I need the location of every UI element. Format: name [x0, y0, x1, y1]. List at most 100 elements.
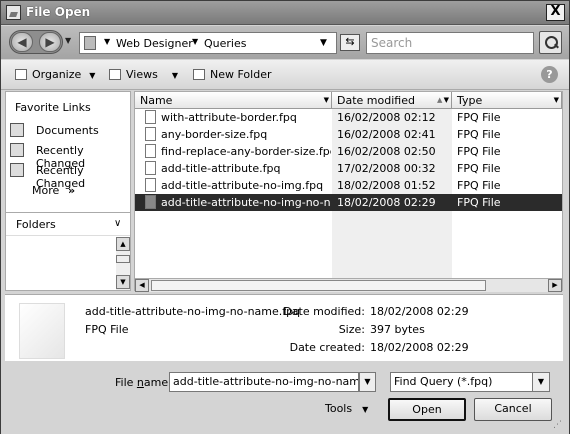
scroll-thumb[interactable] — [116, 255, 130, 263]
chevron-right-icon[interactable]: » — [68, 184, 75, 197]
address-bar[interactable]: ▼ Web Designer ▼ Queries ▼ — [79, 32, 337, 54]
close-button[interactable]: X — [546, 4, 565, 21]
scroll-right-icon[interactable]: ▶ — [548, 279, 562, 292]
tools-button[interactable]: Tools ▼ — [325, 402, 368, 415]
back-button[interactable]: ◀ — [11, 32, 33, 52]
nav-item-recently-changed[interactable]: Recently Changed — [10, 142, 128, 170]
new-folder-icon — [193, 69, 205, 80]
chevron-down-icon[interactable]: ▼ — [532, 373, 549, 391]
file-type: FPQ File — [457, 196, 501, 209]
file-name: find-replace-any-border-size.fpq — [161, 145, 331, 158]
tools-label: Tools — [325, 402, 353, 415]
file-name-label: File name: — [115, 376, 172, 389]
organize-label: Organize — [32, 68, 82, 81]
file-type: FPQ File — [457, 179, 501, 192]
documents-icon — [10, 123, 24, 137]
file-date: 18/02/2008 01:52 — [337, 179, 436, 192]
folders-header[interactable]: Folders ∨ — [6, 212, 130, 236]
breadcrumb-arrow-icon[interactable]: ▼ — [104, 37, 110, 46]
file-row[interactable]: add-title-attribute-no-img.fpq 18/02/2008… — [135, 177, 562, 194]
file-icon — [145, 178, 156, 192]
file-type-value: Find Query (*.fpq) — [394, 375, 493, 388]
search-input[interactable]: Search — [366, 32, 534, 54]
folders-scrollbar[interactable]: ▲ ▼ — [116, 237, 130, 290]
chevron-down-icon[interactable]: ▼ — [554, 96, 559, 104]
open-button[interactable]: Open — [388, 398, 466, 421]
file-type: FPQ File — [457, 162, 501, 175]
file-row[interactable]: find-replace-any-border-size.fpq 16/02/20… — [135, 143, 562, 160]
file-name: add-title-attribute-no-img-no-name.... — [161, 196, 331, 209]
chevron-down-icon: ∨ — [114, 218, 122, 229]
column-date-modified[interactable]: Date modified ▲ ▼ — [332, 92, 452, 109]
file-list: Name ▼ Date modified ▲ ▼ Type ▼ with-attribu… — [134, 91, 563, 292]
file-name: add-title-attribute.fpq — [161, 162, 281, 175]
file-name-dropdown-icon[interactable]: ▼ — [359, 372, 376, 392]
organize-button[interactable]: Organize ▼ — [15, 68, 95, 81]
label-part: ame: — [143, 376, 172, 389]
chevron-down-icon[interactable]: ▼ — [444, 96, 449, 104]
label-part: File — [115, 376, 137, 389]
favorite-links-heading: Favorite Links — [15, 101, 91, 114]
scroll-down-icon[interactable]: ▼ — [116, 275, 130, 289]
breadcrumb-web-designer[interactable]: Web Designer — [116, 37, 193, 50]
cancel-button[interactable]: Cancel — [474, 398, 552, 421]
column-name[interactable]: Name ▼ — [135, 92, 332, 109]
window-title: File Open — [26, 5, 91, 19]
file-icon — [145, 144, 156, 158]
file-icon — [145, 195, 156, 209]
refresh-button[interactable]: ⇆ — [340, 34, 360, 51]
address-row: ◀ ▶ ▼ ▼ Web Designer ▼ Queries ▼ ⇆ Searc… — [1, 26, 569, 59]
file-row-selected[interactable]: add-title-attribute-no-img-no-name.... 18… — [135, 194, 562, 211]
new-folder-label: New Folder — [210, 68, 272, 81]
date-modified-label: Date modified: — [283, 305, 365, 318]
file-name: any-border-size.fpq — [161, 128, 268, 141]
folder-icon — [84, 36, 96, 50]
help-icon[interactable]: ? — [541, 66, 558, 83]
recent-pages-chevron-icon[interactable]: ▼ — [65, 36, 71, 45]
search-icon[interactable] — [539, 31, 562, 54]
size-label: Size: — [338, 323, 365, 336]
date-created-value: 18/02/2008 02:29 — [370, 341, 469, 354]
file-thumbnail-icon — [19, 303, 65, 359]
views-button[interactable]: Views ▼ — [109, 68, 178, 81]
resize-grip-icon[interactable]: ⋰ — [553, 420, 562, 430]
breadcrumb-queries[interactable]: Queries — [204, 37, 246, 50]
file-row[interactable]: with-attribute-border.fpq 16/02/2008 02:1… — [135, 109, 562, 126]
chevron-down-icon: ▼ — [171, 71, 178, 80]
date-created-label: Date created: — [289, 341, 365, 354]
file-name-input[interactable]: add-title-attribute-no-img-no-name.fpq — [169, 372, 359, 392]
column-type[interactable]: Type ▼ — [452, 92, 562, 109]
scroll-thumb[interactable] — [151, 280, 486, 291]
organize-icon — [15, 69, 27, 80]
scroll-left-icon[interactable]: ◀ — [135, 279, 149, 292]
forward-button[interactable]: ▶ — [39, 32, 61, 52]
nav-item-documents[interactable]: Documents — [10, 122, 128, 142]
views-label: Views — [126, 68, 158, 81]
chevron-down-icon: ▼ — [362, 405, 369, 414]
address-dropdown-icon[interactable]: ▼ — [320, 38, 327, 48]
detail-file-type: FPQ File — [85, 323, 129, 336]
file-open-dialog: File Open X ◀ ▶ ▼ ▼ Web Designer ▼ Queri… — [0, 0, 570, 434]
breadcrumb-arrow-icon[interactable]: ▼ — [192, 37, 198, 46]
column-date-label: Date modified — [337, 94, 415, 107]
date-modified-value: 18/02/2008 02:29 — [370, 305, 469, 318]
new-folder-button[interactable]: New Folder — [193, 68, 271, 81]
scroll-up-icon[interactable]: ▲ — [116, 237, 130, 251]
file-row[interactable]: any-border-size.fpq 16/02/2008 02:41 FPQ F… — [135, 126, 562, 143]
file-name: with-attribute-border.fpq — [161, 111, 297, 124]
file-date: 16/02/2008 02:41 — [337, 128, 436, 141]
file-date: 16/02/2008 02:12 — [337, 111, 436, 124]
file-date: 17/02/2008 00:32 — [337, 162, 436, 175]
nav-buttons: ◀ ▶ — [9, 30, 63, 54]
file-type-select[interactable]: Find Query (*.fpq) ▼ — [390, 372, 550, 392]
chevron-down-icon[interactable]: ▼ — [324, 96, 329, 104]
horizontal-scrollbar[interactable]: ◀ ▶ — [135, 278, 562, 292]
nav-item-recently-changed[interactable]: Recently Changed — [10, 162, 128, 190]
file-type: FPQ File — [457, 111, 501, 124]
navigation-pane: Favorite Links Documents Recently Change… — [5, 91, 131, 291]
file-icon — [145, 161, 156, 175]
recently-changed-icon — [10, 163, 24, 177]
file-icon — [145, 127, 156, 141]
file-row[interactable]: add-title-attribute.fpq 17/02/2008 00:32 F… — [135, 160, 562, 177]
more-link[interactable]: More — [32, 184, 59, 197]
